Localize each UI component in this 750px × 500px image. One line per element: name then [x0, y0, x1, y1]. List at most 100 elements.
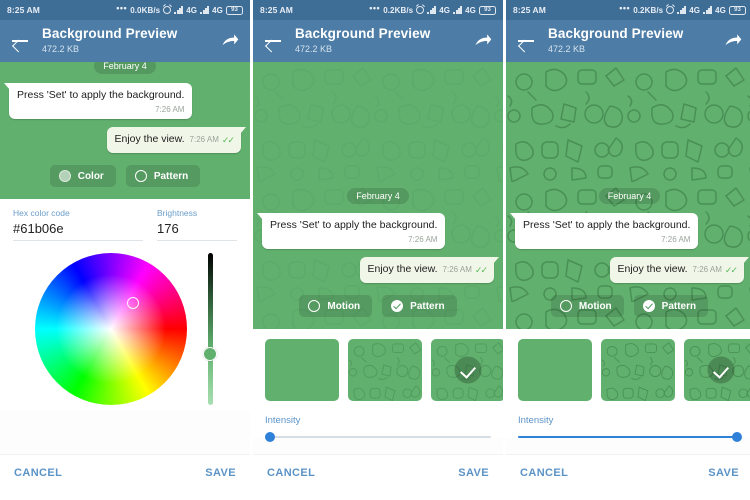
thumb-doodle-texture: [601, 339, 675, 401]
status-time: 8:25 AM: [513, 5, 546, 15]
file-size-label: 472.2 KB: [295, 44, 333, 55]
incoming-message-meta: 7:26 AM: [270, 235, 437, 245]
pattern-thumbnail-list: [253, 339, 503, 401]
color-wheel-gradient[interactable]: [35, 253, 187, 405]
chat-content: February 4 Press 'Set' to apply the back…: [253, 62, 503, 329]
toggle-pattern[interactable]: Pattern: [382, 295, 457, 317]
save-button[interactable]: SAVE: [708, 467, 739, 479]
signal-bars-icon-1: [677, 6, 687, 14]
file-size-label: 472.2 KB: [548, 44, 586, 55]
outgoing-message-meta: 7:26 AM ✓✓: [190, 135, 235, 147]
status-icons: ••• 0.2KB/s 4G 4G 93: [619, 3, 746, 15]
share-icon[interactable]: [473, 31, 493, 51]
incoming-message-bubble: Press 'Set' to apply the background. 7:2…: [256, 213, 446, 250]
footer-actions: CANCEL SAVE: [506, 454, 750, 490]
save-button[interactable]: SAVE: [458, 467, 489, 479]
intensity-slider[interactable]: [253, 426, 503, 442]
radio-checked-icon: [642, 300, 655, 312]
incoming-message-meta: 7:26 AM: [523, 235, 690, 245]
share-icon[interactable]: [220, 31, 240, 51]
app-bar-titles: Background Preview 472.2 KB: [548, 26, 723, 56]
back-arrow-icon[interactable]: [263, 31, 283, 51]
hex-field-label: Hex color code: [13, 208, 70, 218]
brightness-slider[interactable]: [203, 253, 217, 405]
incoming-message-text: Press 'Set' to apply the background.: [17, 89, 185, 102]
share-icon[interactable]: [723, 31, 743, 51]
save-button[interactable]: SAVE: [205, 467, 236, 479]
signal-bars-icon-2: [453, 6, 463, 14]
brightness-slider-knob[interactable]: [203, 347, 217, 361]
pattern-thumb-0[interactable]: [518, 339, 592, 401]
read-receipt-icon: ✓✓: [474, 264, 488, 275]
radio-empty-icon: [134, 170, 147, 182]
intensity-slider-knob[interactable]: [265, 432, 275, 442]
pattern-thumb-1[interactable]: [348, 339, 422, 401]
incoming-message-text: Press 'Set' to apply the background.: [270, 219, 438, 232]
date-pill: February 4: [94, 62, 156, 75]
radio-filled-icon: [58, 170, 71, 182]
more-dots-icon: •••: [619, 3, 631, 13]
battery-icon: 93: [729, 5, 746, 15]
toggle-motion[interactable]: Motion: [550, 295, 624, 317]
status-bar: 8:25 AM ••• 0.0KB/s 4G 4G 93: [0, 0, 250, 20]
app-bar: Background Preview 472.2 KB: [0, 20, 250, 62]
intensity-label: Intensity: [518, 415, 554, 426]
alarm-icon: [666, 6, 675, 14]
toggle-motion[interactable]: Motion: [299, 295, 373, 317]
network-type-1: 4G: [186, 5, 198, 15]
page-title: Background Preview: [548, 26, 684, 42]
network-type-2: 4G: [465, 5, 476, 15]
pattern-thumb-1[interactable]: [601, 339, 675, 401]
outgoing-message-meta: 7:26 AM ✓✓: [693, 264, 738, 277]
brightness-field-label: Brightness: [157, 208, 198, 218]
brightness-slider-track[interactable]: [207, 253, 213, 405]
back-arrow-icon[interactable]: [10, 31, 30, 51]
signal-bars-icon-1: [427, 6, 437, 14]
page-title: Background Preview: [42, 26, 178, 42]
toggle-pattern[interactable]: Pattern: [125, 165, 201, 187]
cancel-button[interactable]: CANCEL: [520, 467, 568, 479]
date-pill: February 4: [347, 188, 409, 205]
outgoing-message-bubble: Enjoy the view. 7:26 AM ✓✓: [609, 257, 749, 283]
intensity-slider[interactable]: [506, 426, 750, 442]
toggle-pattern-label: Pattern: [661, 300, 697, 312]
color-wheel-knob[interactable]: [127, 297, 139, 309]
color-wheel[interactable]: [35, 253, 187, 405]
color-editor: Hex color code Brightness: [0, 199, 250, 411]
cancel-button[interactable]: CANCEL: [14, 467, 62, 479]
panel-pattern-high: 8:25 AM ••• 0.2KB/s 4G 4G 93 Background …: [506, 0, 750, 490]
pattern-editor: Intensity: [253, 329, 503, 442]
toggle-pattern[interactable]: Pattern: [633, 295, 709, 317]
pattern-thumb-0[interactable]: [265, 339, 339, 401]
outgoing-message-text: Enjoy the view.: [114, 133, 185, 146]
incoming-message-time: 7:26 AM: [155, 104, 185, 114]
intensity-slider-track[interactable]: [518, 432, 743, 442]
mode-toggle-group: Motion Pattern: [515, 295, 744, 317]
intensity-slider-fill: [518, 436, 737, 438]
network-type-2: 4G: [212, 5, 223, 15]
footer-actions: CANCEL SAVE: [253, 454, 503, 490]
hex-color-input[interactable]: [13, 221, 143, 241]
toggle-color-label: Color: [77, 170, 104, 182]
intensity-slider-knob[interactable]: [732, 432, 743, 442]
pattern-thumb-2[interactable]: [431, 339, 503, 401]
file-size-label: 472.2 KB: [42, 44, 80, 55]
read-receipt-icon: ✓✓: [724, 264, 738, 275]
status-icons: ••• 0.2KB/s 4G 4G 93: [369, 3, 496, 15]
incoming-message-bubble: Press 'Set' to apply the background. 7:2…: [509, 213, 699, 250]
outgoing-message-bubble: Enjoy the view. 7:26 AM ✓✓: [359, 257, 499, 283]
brightness-input[interactable]: [157, 221, 237, 241]
back-arrow-icon[interactable]: [516, 31, 536, 51]
more-dots-icon: •••: [369, 3, 381, 13]
status-icons: ••• 0.0KB/s 4G 4G 93: [116, 3, 243, 15]
network-type-1: 4G: [689, 5, 701, 15]
signal-bars-icon-1: [174, 6, 184, 14]
toggle-color[interactable]: Color: [49, 165, 116, 187]
status-time: 8:25 AM: [7, 5, 40, 15]
incoming-message-meta: 7:26 AM: [17, 105, 184, 115]
intensity-slider-track[interactable]: [265, 432, 491, 442]
cancel-button[interactable]: CANCEL: [267, 467, 315, 479]
app-bar-titles: Background Preview 472.2 KB: [42, 26, 220, 56]
radio-empty-icon: [559, 300, 572, 312]
pattern-thumb-2[interactable]: [684, 339, 750, 401]
